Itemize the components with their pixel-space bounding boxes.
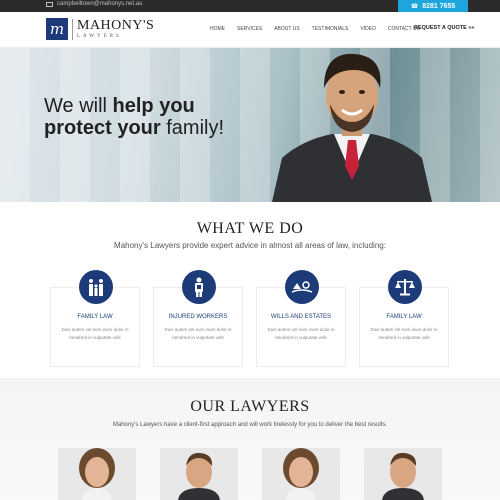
services-list: FAMILY LAW Duis autem vel eum iriure dol… [50,270,450,367]
hero-banner: We will help you protect your family! [0,48,500,202]
envelope-icon [46,1,53,7]
wills-estates-icon [285,270,319,304]
lawyer-photo-2[interactable] [160,448,238,500]
phone-number: 8281 7655 [422,2,456,10]
lawyer-photo-4[interactable] [364,448,442,500]
top-bar: campbelltown@mahonys.net.au ☎ 8281 7655 [0,0,500,12]
service-description: Duis autem vel eum iriure dolor in hendr… [61,327,129,340]
service-title: FAMILY LAW [386,314,422,320]
service-description: Duis autem vel eum iriure dolor in hendr… [267,327,335,340]
service-title: WILLS AND ESTATES [270,314,332,320]
what-we-do-subtitle: Mahony's Lawyers provide expert advice i… [114,241,386,250]
logo-subtitle: LAWYERS [77,33,122,39]
lawyer-photo-1[interactable] [58,448,136,500]
site-logo[interactable]: m MAHONY'S LAWYERS [46,18,154,40]
service-card-family-law[interactable]: FAMILY LAW Duis autem vel eum iriure dol… [50,270,140,367]
hero-line1-bold: help you [112,95,195,117]
hero-line2-post: family! [160,117,225,139]
nav-video[interactable]: VIDEO [360,26,376,32]
hero-headline: We will help you protect your family! [44,95,224,139]
nav-about-us[interactable]: ABOUT US [274,26,299,32]
service-card-family-law-2[interactable]: FAMILY LAW Duis autem vel eum iriure dol… [359,270,449,367]
logo-wordmark: MAHONY'S LAWYERS [72,17,155,40]
service-card-wills-estates[interactable]: WILLS AND ESTATES Duis autem vel eum iri… [256,270,346,367]
phone-button[interactable]: ☎ 8281 7655 [398,0,468,12]
service-description: Duis autem vel eum iriure dolor in hendr… [370,327,438,340]
family-icon [79,270,113,304]
nav-home[interactable]: HOME [210,26,225,32]
service-title: INJURED WORKERS [168,314,228,320]
logo-mark: m [46,18,68,40]
service-description: Duis autem vel eum iriure dolor in hendr… [164,327,232,340]
lawyer-1-portrait [58,448,136,500]
lawyer-3-portrait [262,448,340,500]
scales-icon [388,270,422,304]
hero-line1-pre: We will [44,95,113,117]
phone-icon: ☎ [410,3,419,10]
injured-worker-icon [182,270,216,304]
site-header: m MAHONY'S LAWYERS HOME SERVICES ABOUT U… [0,12,500,48]
request-quote-link[interactable]: REQUEST A QUOTE »» [405,25,474,31]
main-nav: HOME SERVICES ABOUT US TESTIMONIALS VIDE… [210,26,420,32]
hero-line2-bold: protect your [44,117,161,139]
our-lawyers-subtitle: Mahony's Lawyers have a client-first app… [112,422,388,428]
hero-lawyer-photo [272,53,432,202]
contact-email[interactable]: campbelltown@mahonys.net.au [46,1,142,7]
nav-testimonials[interactable]: TESTIMONIALS [312,26,349,32]
service-card-injured-workers[interactable]: INJURED WORKERS Duis autem vel eum iriur… [153,270,243,367]
nav-services[interactable]: SERVICES [237,26,262,32]
service-title: FAMILY LAW [77,314,113,320]
lawyer-photo-3[interactable] [262,448,340,500]
our-lawyers-title: OUR LAWYERS [190,398,310,415]
lawyer-2-portrait [160,448,238,500]
lawyer-4-portrait [364,448,442,500]
logo-name: MAHONY'S [77,17,155,33]
email-text[interactable]: campbelltown@mahonys.net.au [57,1,142,7]
what-we-do-title: WHAT WE DO [196,220,304,237]
